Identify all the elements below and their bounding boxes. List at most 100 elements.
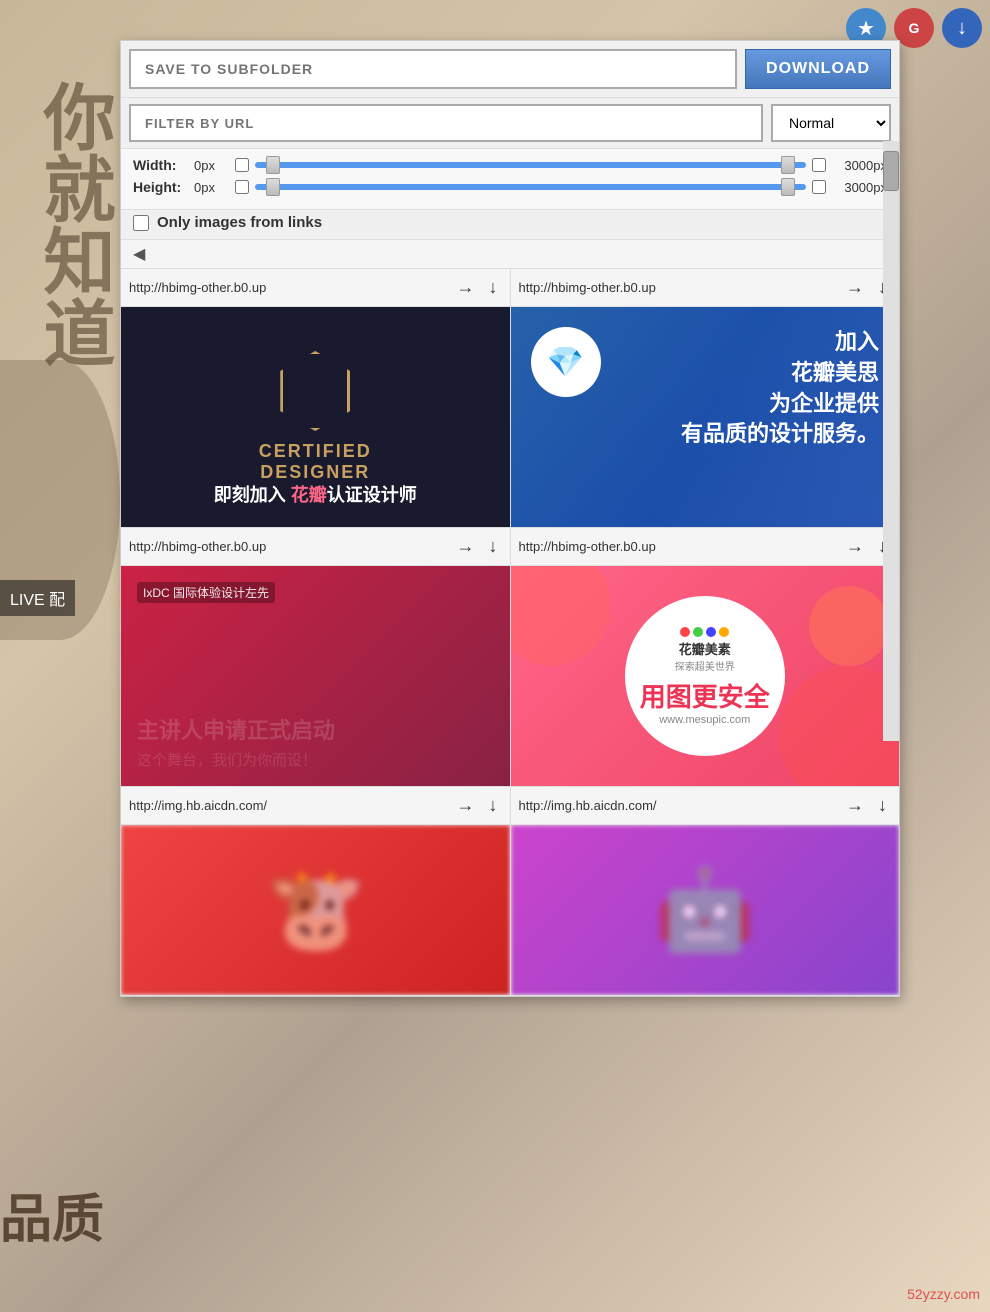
width-max-checkbox[interactable] xyxy=(812,158,826,172)
popup-scrollbar[interactable] xyxy=(883,141,899,741)
width-min-value: 0px xyxy=(194,158,229,173)
huaban-meisi-image: 💎 加入花瓣美思为企业提供有品质的设计服务。 xyxy=(511,307,900,527)
google-icon-button[interactable]: G xyxy=(894,8,934,48)
height-max-value: 3000px xyxy=(832,180,887,195)
petal-3 xyxy=(809,586,889,666)
bg-bottom-text: 品质 xyxy=(0,1177,104,1252)
watermark: 52yzzy.com xyxy=(907,1286,980,1302)
image-url-text-1: http://hbimg-other.b0.up xyxy=(129,280,447,295)
width-slider-row: Width: 0px 3000px xyxy=(133,157,887,173)
huaban-logo-m: 💎 xyxy=(547,345,584,380)
height-slider-thumb-left[interactable] xyxy=(266,178,280,196)
image-url-bar-4: http://hbimg-other.b0.up → ↓ xyxy=(511,528,900,566)
filter-type-select[interactable]: Normal Wider Taller Larger xyxy=(771,104,891,142)
image-open-link-5[interactable]: → xyxy=(453,793,479,818)
width-min-checkbox[interactable] xyxy=(235,158,249,172)
popup-header: DOWNLOAD xyxy=(121,41,899,98)
width-max-value: 3000px xyxy=(832,158,887,173)
image-url-text-5: http://img.hb.aicdn.com/ xyxy=(129,798,447,813)
huaban-promo-text: 加入花瓣美思为企业提供有品质的设计服务。 xyxy=(681,327,879,450)
only-links-row: Only images from links xyxy=(121,210,899,240)
image-preview-5: 🐮 xyxy=(121,825,510,995)
filter-url-input[interactable] xyxy=(129,104,763,142)
height-slider-thumb-right[interactable] xyxy=(781,178,795,196)
mesupic-image: 花瓣美素 探索超美世界 用图更安全 www.mesupic.com xyxy=(511,566,900,786)
hexagon-shape xyxy=(280,351,350,431)
certified-designer-image: CERTIFIED DESIGNER 即刻加入 花瓣认证设计师 xyxy=(121,307,510,527)
image-preview-3: IxDC 国际体验设计左先 主讲人申请正式启动 这个舞台，我们为你而设！ xyxy=(121,566,510,786)
image-download-btn-6[interactable]: ↓ xyxy=(874,793,891,818)
image-url-bar-2: http://hbimg-other.b0.up → ↓ xyxy=(511,269,900,307)
image-row-2: http://hbimg-other.b0.up → ↓ IxDC 国际体验设计… xyxy=(121,528,899,787)
ixdc-conference-image: IxDC 国际体验设计左先 主讲人申请正式启动 这个舞台，我们为你而设！ xyxy=(121,566,510,786)
scrollbar-thumb[interactable] xyxy=(883,151,899,191)
image-open-link-1[interactable]: → xyxy=(453,275,479,300)
image-url-text-2: http://hbimg-other.b0.up xyxy=(519,280,837,295)
filter-row: Normal Wider Taller Larger xyxy=(121,98,899,149)
mesupic-circle: 花瓣美素 探索超美世界 用图更安全 www.mesupic.com xyxy=(625,596,785,756)
image-row-3: http://img.hb.aicdn.com/ → ↓ 🐮 http://im… xyxy=(121,787,899,996)
image-url-bar-1: http://hbimg-other.b0.up → ↓ xyxy=(121,269,510,307)
image-open-link-4[interactable]: → xyxy=(842,534,868,559)
image-download-btn-1[interactable]: ↓ xyxy=(485,275,502,300)
sliders-section: Width: 0px 3000px Height: 0px 3000px xyxy=(121,149,899,210)
google-label: G xyxy=(909,20,920,36)
image-row-1: http://hbimg-other.b0.up → ↓ CERTIFIED D… xyxy=(121,269,899,528)
height-min-checkbox[interactable] xyxy=(235,180,249,194)
height-slider-track[interactable] xyxy=(255,184,806,190)
image-cell-5: http://img.hb.aicdn.com/ → ↓ 🐮 xyxy=(121,787,511,995)
mesupic-name: 花瓣美素 xyxy=(679,639,731,658)
height-max-checkbox[interactable] xyxy=(812,180,826,194)
image-open-link-3[interactable]: → xyxy=(453,534,479,559)
width-slider-track[interactable] xyxy=(255,162,806,168)
image-url-text-4: http://hbimg-other.b0.up xyxy=(519,539,837,554)
image-cell-3: http://hbimg-other.b0.up → ↓ IxDC 国际体验设计… xyxy=(121,528,511,786)
image-open-link-6[interactable]: → xyxy=(842,793,868,818)
mesupic-tagline: 探索超美世界 xyxy=(675,658,735,673)
image-cell-6: http://img.hb.aicdn.com/ → ↓ 🤖 xyxy=(511,787,900,995)
only-links-label: Only images from links xyxy=(157,214,322,231)
image-preview-6: 🤖 xyxy=(511,825,900,995)
image-downloader-popup: DOWNLOAD Normal Wider Taller Larger Widt… xyxy=(120,40,900,997)
red-character-image: 🐮 xyxy=(121,825,510,995)
join-text-cn: 即刻加入 花瓣认证设计师 xyxy=(121,481,510,507)
image-url-text-3: http://hbimg-other.b0.up xyxy=(129,539,447,554)
width-slider-thumb-right[interactable] xyxy=(781,156,795,174)
petal-1 xyxy=(511,566,611,666)
height-slider-row: Height: 0px 3000px xyxy=(133,179,887,195)
image-cell-1: http://hbimg-other.b0.up → ↓ CERTIFIED D… xyxy=(121,269,511,527)
red-char-blur: 🐮 xyxy=(265,863,365,957)
image-preview-4: 花瓣美素 探索超美世界 用图更安全 www.mesupic.com xyxy=(511,566,900,786)
mesupic-logo-dots xyxy=(680,627,729,637)
bg-text-left: 你就知道 xyxy=(20,80,125,368)
scroll-indicator: ◀ xyxy=(121,240,899,269)
only-links-checkbox[interactable] xyxy=(133,215,149,231)
image-preview-1: CERTIFIED DESIGNER 即刻加入 花瓣认证设计师 xyxy=(121,307,510,527)
width-slider-thumb-left[interactable] xyxy=(266,156,280,174)
width-label: Width: xyxy=(133,157,188,173)
certified-text: CERTIFIED xyxy=(259,441,372,462)
image-download-btn-5[interactable]: ↓ xyxy=(485,793,502,818)
bg-live-text: LIVE 配 xyxy=(0,580,75,616)
subfolder-input[interactable] xyxy=(129,49,737,89)
image-url-text-6: http://img.hb.aicdn.com/ xyxy=(519,798,837,813)
images-grid: http://hbimg-other.b0.up → ↓ CERTIFIED D… xyxy=(121,269,899,996)
robot-blur: 🤖 xyxy=(655,863,755,957)
petal-2 xyxy=(779,666,899,786)
image-preview-2: 💎 加入花瓣美思为企业提供有品质的设计服务。 xyxy=(511,307,900,527)
download-button[interactable]: DOWNLOAD xyxy=(745,49,891,89)
image-download-btn-3[interactable]: ↓ xyxy=(485,534,502,559)
designer-text: DESIGNER xyxy=(260,462,370,483)
image-open-link-2[interactable]: → xyxy=(842,275,868,300)
extension-download-icon-button[interactable]: ↓ xyxy=(942,8,982,48)
robot-image: 🤖 xyxy=(511,825,900,995)
image-url-bar-6: http://img.hb.aicdn.com/ → ↓ xyxy=(511,787,900,825)
huaban-logo-circle: 💎 xyxy=(531,327,601,397)
mesupic-main-text: 用图更安全 xyxy=(640,677,770,714)
mesupic-url: www.mesupic.com xyxy=(659,714,750,726)
ixdc-badge: IxDC 国际体验设计左先 xyxy=(137,582,275,603)
image-url-bar-5: http://img.hb.aicdn.com/ → ↓ xyxy=(121,787,510,825)
scroll-left-arrow[interactable]: ◀ xyxy=(133,244,145,264)
height-min-value: 0px xyxy=(194,180,229,195)
height-label: Height: xyxy=(133,179,188,195)
